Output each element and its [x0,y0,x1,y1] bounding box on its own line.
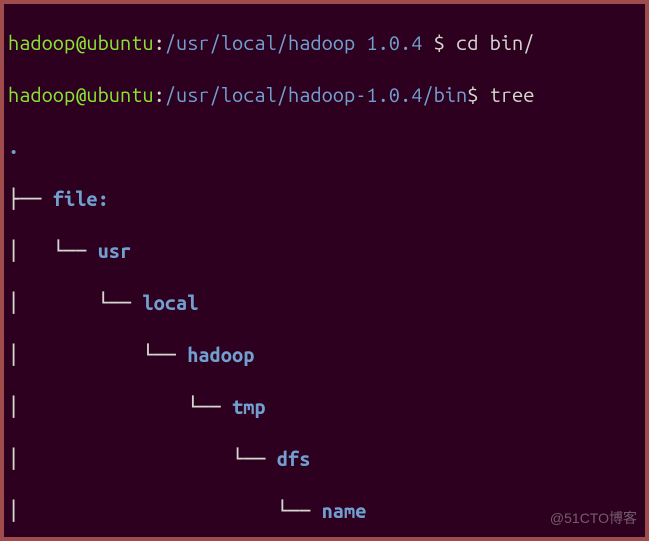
watermark: @51CTO博客 [550,505,637,531]
tree-root: . [8,134,641,160]
prompt-user: hadoop [8,83,75,106]
terminal[interactable]: hadoop@ubuntu:/usr/local/hadoop 1.0.4 $ … [4,4,645,541]
tree-row: │ └── name [8,498,641,524]
tree-branch: │ └── [8,395,232,418]
prev-cmd: cd bin/ [456,31,534,54]
tree-branch: │ └── [8,447,277,470]
dir-hadoop: hadoop [187,343,254,366]
prompt-space [478,83,489,106]
dir-dfs: dfs [277,447,311,470]
prompt-line: hadoop@ubuntu:/usr/local/hadoop-1.0.4/bi… [8,82,641,108]
prompt-host: ubuntu [86,83,153,106]
prev-dollar: $ [422,31,456,54]
tree-branch: ├── [8,187,53,210]
prev-colon: : [154,31,165,54]
dir-name: name [322,499,367,522]
dir-local: local [142,291,198,314]
prompt-prev-line: hadoop@ubuntu:/usr/local/hadoop 1.0.4 $ … [8,30,641,56]
tree-branch: │ └── [8,291,142,314]
prev-path: /usr/local/hadoop 1.0.4 [165,31,423,54]
dir-tmp: tmp [232,395,266,418]
tree-row: │ └── usr [8,238,641,264]
prompt-command: tree [490,83,535,106]
prev-user: hadoop [8,31,75,54]
tree-branch: │ └── [8,499,322,522]
tree-branch: │ └── [8,239,98,262]
root-dot: . [8,135,19,158]
dir-file: file: [53,187,109,210]
dir-usr: usr [98,239,132,262]
prompt-colon: : [154,83,165,106]
prompt-path: /usr/local/hadoop-1.0.4/bin [165,83,467,106]
tree-row: │ └── hadoop [8,342,641,368]
tree-row: │ └── dfs [8,446,641,472]
tree-row: │ └── local [8,290,641,316]
tree-row: │ └── tmp [8,394,641,420]
prev-host: ubuntu [86,31,153,54]
prompt-dollar: $ [467,83,478,106]
tree-branch: │ └── [8,343,187,366]
tree-row: ├── file: [8,186,641,212]
prev-at: @ [75,31,86,54]
prompt-at: @ [75,83,86,106]
